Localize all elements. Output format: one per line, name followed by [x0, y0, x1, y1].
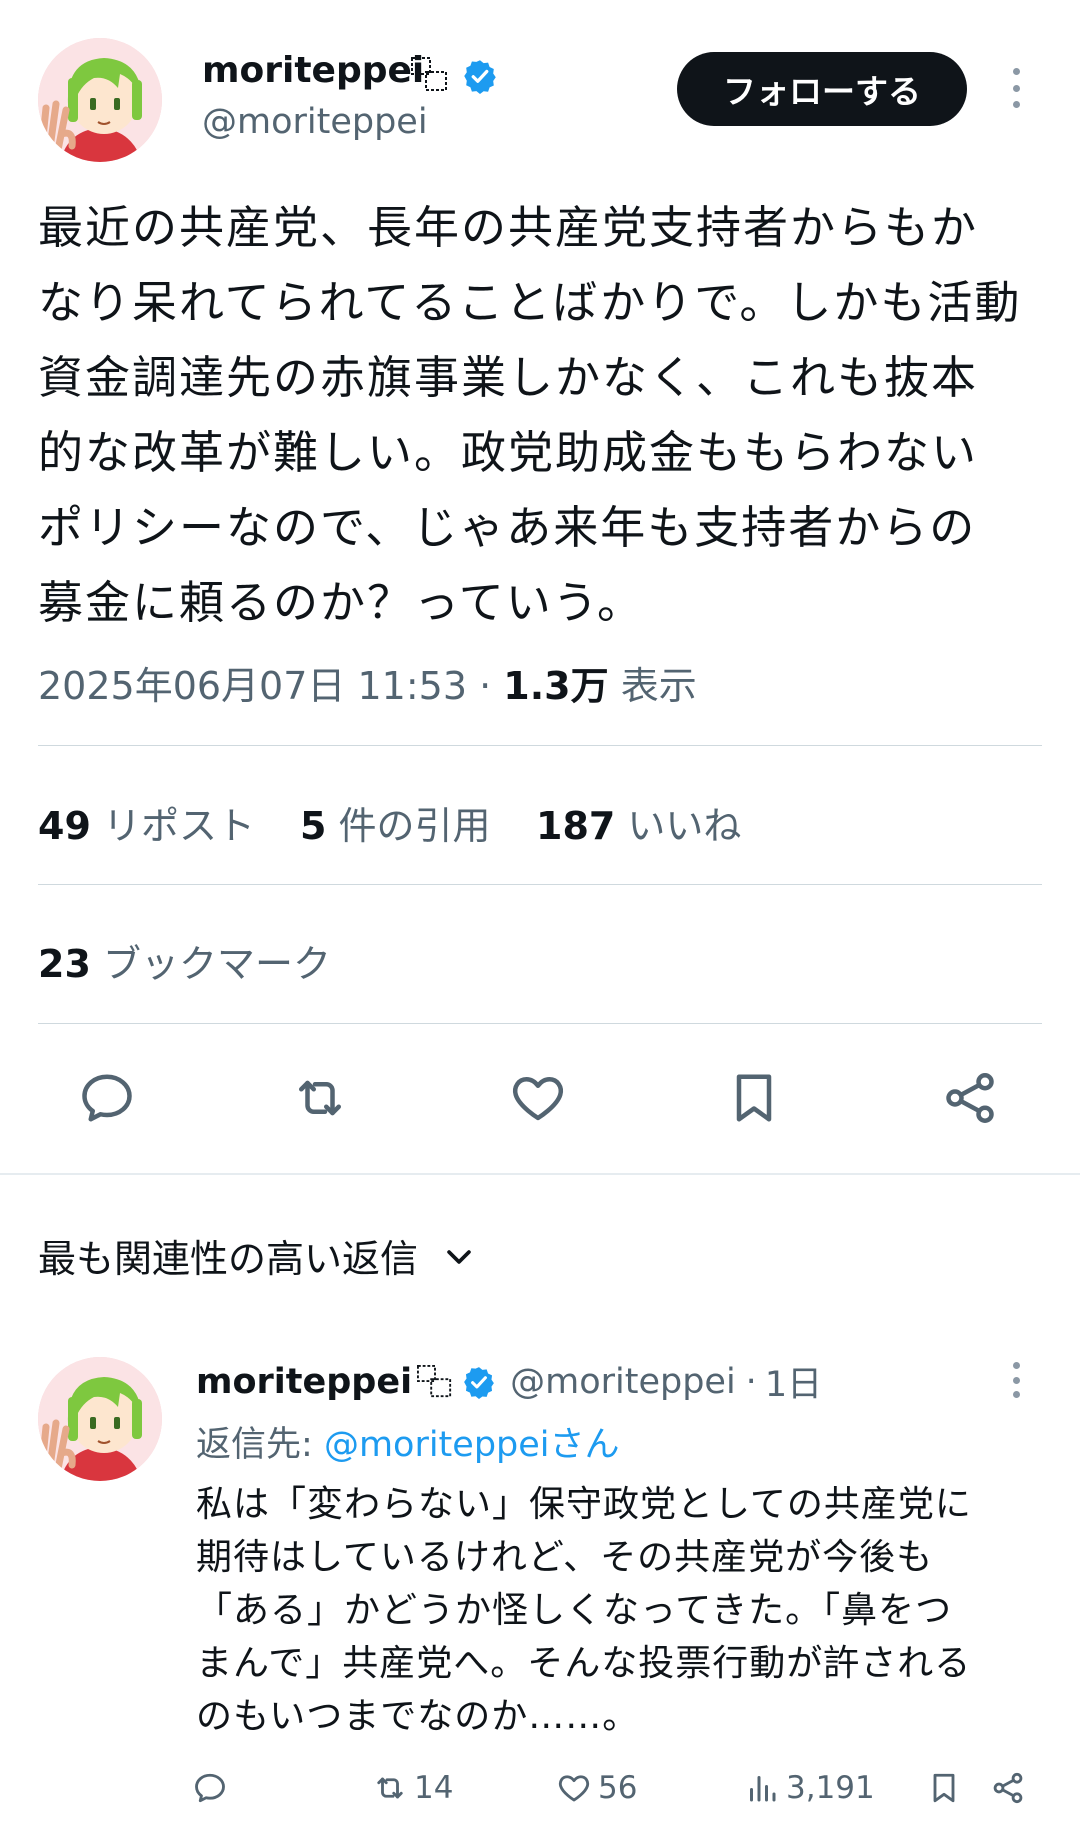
replying-to-link[interactable]: @moriteppeiさん — [324, 1425, 620, 1465]
reply-views-count: 3,191 — [786, 1770, 875, 1806]
like-count: 187 — [536, 804, 616, 848]
views-label: 表示 — [620, 664, 697, 708]
reply-sort-label: 最も関連性の高い返信 — [38, 1237, 419, 1281]
reply-author-handle[interactable]: @moriteppei — [510, 1362, 736, 1402]
author-avatar[interactable] — [38, 38, 162, 162]
reply-like-button[interactable]: 56 — [556, 1770, 637, 1806]
reply-text: 私は「変わらない」保守政党としての共産党に 期待はしているけれど、その共産党が今… — [196, 1478, 1056, 1743]
reply-text-line: まんで」共産党へ。そんな投票行動が許される — [196, 1643, 972, 1684]
emoji-placeholder-icon — [416, 1364, 454, 1400]
reply-sort-selector[interactable]: 最も関連性の高い返信 — [38, 1228, 476, 1283]
reply-reply-button[interactable] — [192, 1770, 228, 1806]
tweet-meta: 2025年06月07日 11:53 · 1.3万 表示 — [38, 655, 697, 710]
author-handle[interactable]: @moriteppei — [202, 102, 428, 142]
tweet-text-line: ポリシーなので、じゃあ来年も支持者からの — [38, 501, 977, 554]
reply-more-options-icon[interactable] — [1011, 1362, 1021, 1398]
quote-stat[interactable]: 5 件の引用 — [300, 795, 491, 850]
reply-icon[interactable] — [77, 1068, 137, 1128]
like-icon — [556, 1770, 592, 1806]
verified-badge-icon[interactable] — [462, 1365, 496, 1399]
bookmark-icon — [926, 1770, 962, 1806]
more-options-icon[interactable] — [1011, 68, 1021, 108]
author-display-name[interactable]: moriteppei — [202, 50, 424, 91]
like-label: いいね — [627, 804, 742, 848]
divider — [38, 884, 1042, 885]
bookmark-icon[interactable] — [724, 1068, 784, 1128]
divider — [38, 745, 1042, 746]
tweet-text-line: 最近の共産党、長年の共産党支持者からもか — [38, 201, 979, 254]
like-stat[interactable]: 187 いいね — [536, 795, 741, 850]
chevron-down-icon — [442, 1239, 476, 1273]
bookmark-label: ブックマーク — [102, 942, 331, 986]
section-divider — [0, 1173, 1080, 1175]
repost-stat[interactable]: 49 リポスト — [38, 795, 255, 850]
repost-count: 49 — [38, 804, 91, 848]
reply-author-name[interactable]: moriteppei — [196, 1362, 412, 1402]
reply-time[interactable]: 1日 — [765, 1356, 822, 1407]
tweet-text-line: 的な改革が難しい。政党助成金ももらわない — [38, 426, 979, 479]
replying-to-label: 返信先: — [196, 1425, 313, 1465]
tweet-text: 最近の共産党、長年の共産党支持者からもか なり呆れてられてることばかりで。しかも… — [38, 190, 1048, 640]
reply-repost-button[interactable]: 14 — [372, 1770, 453, 1806]
reply-text-line: 期待はしているけれど、その共産党が今後も — [196, 1537, 934, 1578]
reply-repost-count: 14 — [414, 1770, 454, 1806]
follow-button[interactable]: フォローする — [677, 52, 967, 126]
quote-label: 件の引用 — [338, 804, 491, 848]
replying-to: 返信先: @moriteppeiさん — [196, 1416, 620, 1467]
analytics-icon — [744, 1770, 780, 1806]
reply-icon — [192, 1770, 228, 1806]
reply-text-line: のもいつまでなのか……。 — [196, 1696, 640, 1737]
tweet-text-line: 資金調達先の赤旗事業しかなく、これも抜本 — [38, 351, 979, 404]
emoji-placeholder-icon — [410, 56, 450, 94]
verified-badge-icon[interactable] — [462, 58, 498, 94]
share-icon[interactable] — [940, 1068, 1000, 1128]
reply-views-button[interactable]: 3,191 — [744, 1770, 875, 1806]
divider — [38, 1023, 1042, 1024]
bookmark-count: 23 — [38, 942, 91, 986]
repost-icon — [372, 1770, 408, 1806]
reply-header: moriteppei @moriteppei · 1日 — [196, 1356, 822, 1407]
reply-author-avatar[interactable] — [38, 1357, 162, 1481]
reply-text-line: 「ある」かどうか怪しくなってきた。「鼻をつ — [196, 1590, 953, 1631]
repost-icon[interactable] — [290, 1068, 350, 1128]
views-count: 1.3万 — [503, 664, 609, 708]
reply-separator: · — [745, 1361, 757, 1402]
reply-like-count: 56 — [598, 1770, 638, 1806]
tweet-text-line: なり呆れてられてることばかりで。しかも活動 — [38, 276, 1022, 329]
reply-bookmark-button[interactable] — [926, 1770, 962, 1806]
bookmark-stat[interactable]: 23 ブックマーク — [38, 933, 331, 988]
like-icon[interactable] — [508, 1068, 568, 1128]
tweet-timestamp[interactable]: 2025年06月07日 11:53 — [38, 664, 467, 708]
meta-separator: · — [479, 664, 492, 708]
share-icon — [990, 1770, 1026, 1806]
quote-count: 5 — [300, 804, 327, 848]
tweet-text-line: 募金に頼るのか？っていう。 — [38, 576, 645, 629]
reply-share-button[interactable] — [990, 1770, 1026, 1806]
repost-label: リポスト — [102, 804, 255, 848]
reply-text-line: 私は「変わらない」保守政党としての共産党に — [196, 1484, 972, 1525]
